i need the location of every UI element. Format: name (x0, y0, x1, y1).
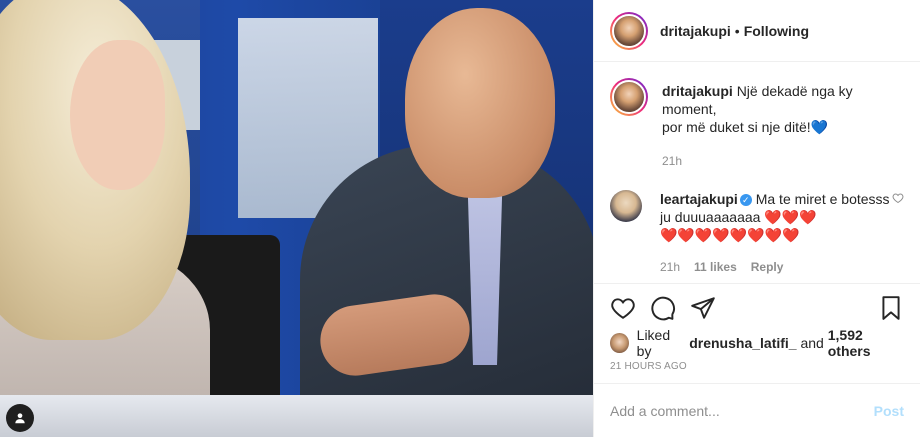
likes-joiner: and (800, 335, 824, 351)
comment-icon[interactable] (650, 295, 676, 321)
caption-username[interactable]: dritajakupi (662, 83, 733, 99)
post-modal: dritajakupi • Following dritajakupi Një … (0, 0, 920, 437)
commenter-avatar[interactable] (610, 190, 642, 222)
add-comment-bar: Post (594, 383, 920, 437)
verified-icon: ✓ (739, 194, 752, 207)
liker-username[interactable]: drenusha_latifi_ (689, 335, 796, 351)
caption: dritajakupi Një dekadë nga ky moment, po… (610, 78, 904, 170)
header-separator: • (734, 22, 740, 39)
comment-body: leartajakupi ✓ Ma te miret e botesss ju d… (660, 190, 892, 276)
photo-woman-face (70, 40, 165, 190)
comment-meta: 21h 11 likes Reply (660, 258, 892, 276)
caption-avatar[interactable] (610, 78, 648, 116)
author-avatar[interactable] (610, 11, 648, 50)
liker-avatar[interactable] (610, 333, 629, 353)
heart-icon[interactable] (610, 295, 636, 321)
share-icon[interactable] (690, 295, 716, 321)
photo-man-head (405, 8, 555, 198)
photo-table (0, 395, 593, 437)
post-photo[interactable] (0, 0, 593, 437)
commenter-username[interactable]: leartajakupi (660, 191, 738, 207)
comment-item: leartajakupi ✓ Ma te miret e botesss ju d… (610, 190, 904, 276)
post-button[interactable]: Post (874, 403, 904, 419)
header-text: dritajakupi • Following (660, 23, 809, 39)
likes-summary: Liked by drenusha_latifi_ and 1,592 othe… (594, 327, 920, 359)
author-username[interactable]: dritajakupi (660, 23, 731, 39)
post-header: dritajakupi • Following (594, 0, 920, 62)
follow-button[interactable]: Following (744, 23, 809, 39)
action-bar (594, 283, 920, 331)
caption-avatar-image (612, 80, 646, 114)
reply-button[interactable]: Reply (751, 258, 784, 276)
comment-line-2: ❤️❤️❤️❤️❤️❤️❤️❤️ (660, 227, 800, 243)
comment-like-heart-icon[interactable] (892, 192, 904, 204)
comment-likes[interactable]: 11 likes (694, 258, 737, 276)
comment-time[interactable]: 21h (660, 258, 680, 276)
comment-input[interactable] (610, 402, 874, 419)
bookmark-icon[interactable] (878, 295, 904, 321)
user-tag-icon[interactable] (6, 404, 34, 432)
caption-body: dritajakupi Një dekadë nga ky moment, po… (662, 78, 904, 170)
caption-text: dritajakupi Një dekadë nga ky moment, po… (662, 82, 904, 136)
comments-section: dritajakupi Një dekadë nga ky moment, po… (594, 62, 920, 283)
caption-time[interactable]: 21h (662, 152, 682, 170)
author-avatar-image (612, 13, 646, 48)
post-timestamp[interactable]: 21 HOURS AGO (594, 355, 920, 383)
post-sidebar: dritajakupi • Following dritajakupi Një … (593, 0, 920, 437)
caption-meta: 21h (662, 152, 904, 170)
comment-text: leartajakupi ✓ Ma te miret e botesss ju d… (660, 190, 892, 244)
caption-line-2: por më duket si nje ditë!💙 (662, 119, 829, 135)
